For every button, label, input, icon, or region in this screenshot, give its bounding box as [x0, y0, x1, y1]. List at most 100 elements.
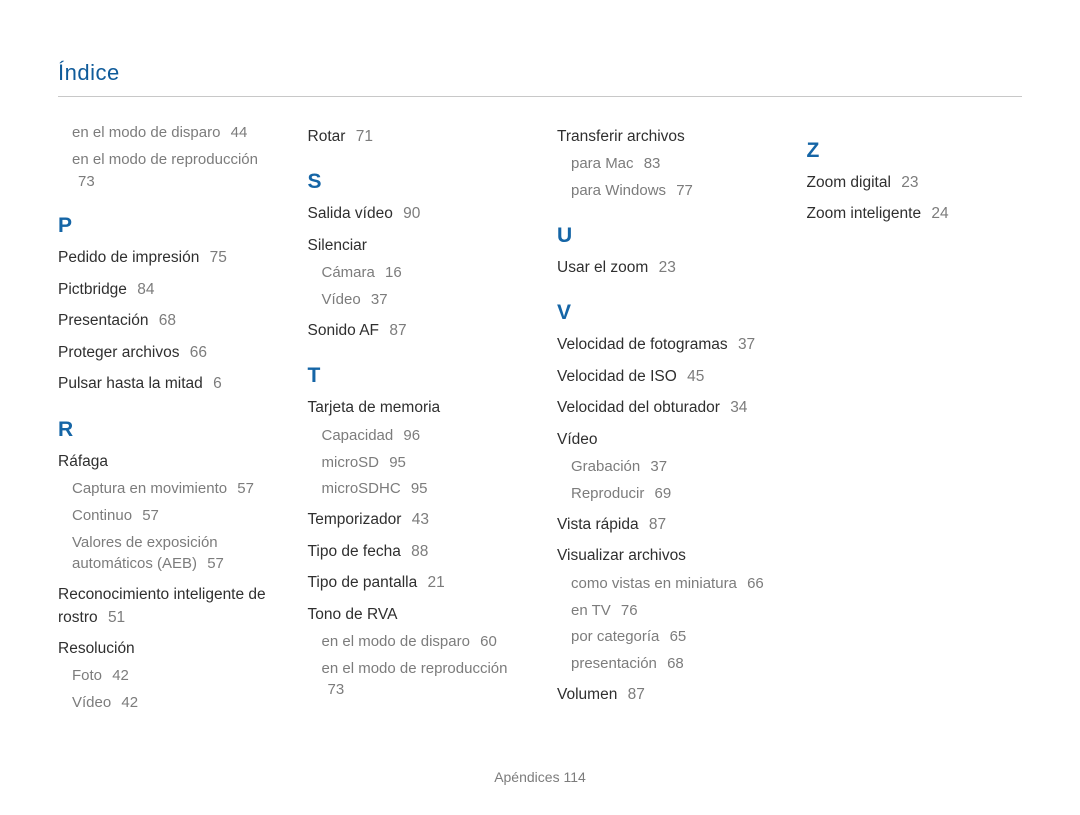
index-entry[interactable]: Velocidad de fotogramas 37	[557, 334, 773, 356]
index-subentry-page: 95	[389, 454, 406, 471]
index-entry-label: Velocidad de ISO	[557, 368, 677, 385]
index-entry-label: Rotar	[308, 128, 346, 145]
index-subentry[interactable]: Vídeo 42	[72, 692, 274, 714]
index-entry[interactable]: Volumen 87	[557, 684, 773, 706]
index-entry[interactable]: Rotar 71	[308, 126, 524, 148]
index-entry-page: 37	[738, 336, 755, 353]
index-entry[interactable]: Vista rápida 87	[557, 514, 773, 536]
index-subentry-page: 83	[644, 155, 661, 172]
index-entry-label: Reconocimiento inteligente de rostro	[58, 586, 266, 625]
index-column-1: en el modo de disparo 44 en el modo de re…	[58, 117, 274, 714]
index-entry-label: Pedido de impresión	[58, 249, 199, 266]
index-entry[interactable]: Velocidad del obturador 34	[557, 397, 773, 419]
index-entry[interactable]: Silenciar	[308, 235, 524, 257]
index-subentry-label: Grabación	[571, 458, 640, 475]
index-entry[interactable]: Presentación 68	[58, 310, 274, 332]
index-subentry[interactable]: Continuo 57	[72, 505, 274, 527]
index-entry-label: Transferir archivos	[557, 128, 685, 145]
index-entry-label: Tono de RVA	[308, 606, 398, 623]
index-subentry-label: en el modo de disparo	[322, 633, 470, 650]
index-entry[interactable]: Temporizador 43	[308, 509, 524, 531]
index-subentry[interactable]: en TV 76	[571, 600, 773, 622]
section-letter: U	[557, 224, 773, 248]
index-subentry[interactable]: Grabación 37	[571, 456, 773, 478]
index-entry[interactable]: Proteger archivos 66	[58, 342, 274, 364]
index-entry-label: Pulsar hasta la mitad	[58, 375, 203, 392]
index-entry[interactable]: Resolución	[58, 638, 274, 660]
index-subentry[interactable]: Vídeo 37	[322, 289, 524, 311]
index-subentry-page: 73	[78, 173, 95, 190]
section-letter: P	[58, 214, 274, 238]
index-entry-label: Volumen	[557, 686, 617, 703]
index-subentry-page: 16	[385, 264, 402, 281]
index-subentry[interactable]: Cámara 16	[322, 262, 524, 284]
index-subentry-page: 96	[403, 427, 420, 444]
index-subentry-label: en el modo de disparo	[72, 124, 220, 141]
index-entry-page: 21	[428, 574, 445, 591]
index-subentry-label: Foto	[72, 667, 102, 684]
index-subentry[interactable]: Reproducir 69	[571, 483, 773, 505]
page-footer: Apéndices 114	[0, 769, 1080, 785]
index-entry[interactable]: Zoom inteligente 24	[807, 203, 1023, 225]
index-subentry-page: 37	[650, 458, 667, 475]
index-subentry-label: para Mac	[571, 155, 634, 172]
index-entry[interactable]: Pictbridge 84	[58, 279, 274, 301]
index-entry[interactable]: Transferir archivos	[557, 126, 773, 148]
index-subentry[interactable]: para Mac 83	[571, 153, 773, 175]
index-subentry[interactable]: Valores de exposición automáticos (AEB) …	[72, 532, 274, 576]
index-entry-page: 84	[137, 281, 154, 298]
index-entry[interactable]: Tarjeta de memoria	[308, 397, 524, 419]
index-subentry-label: Capacidad	[322, 427, 394, 444]
index-entry[interactable]: Pulsar hasta la mitad 6	[58, 373, 274, 395]
index-column-2: Rotar 71SSalida vídeo 90SilenciarCámara …	[308, 117, 524, 714]
index-subentry[interactable]: por categoría 65	[571, 626, 773, 648]
index-subentry[interactable]: microSD 95	[322, 452, 524, 474]
index-entry-label: Proteger archivos	[58, 344, 179, 361]
index-entry-label: Salida vídeo	[308, 205, 393, 222]
index-entry-label: Tipo de pantalla	[308, 574, 418, 591]
index-entry[interactable]: Ráfaga	[58, 451, 274, 473]
index-entry[interactable]: Velocidad de ISO 45	[557, 366, 773, 388]
index-subentry-label: Vídeo	[72, 694, 111, 711]
index-entry-label: Zoom digital	[807, 174, 891, 191]
index-entry[interactable]: Sonido AF 87	[308, 320, 524, 342]
index-entry[interactable]: Tipo de pantalla 21	[308, 572, 524, 594]
index-entry-page: 87	[649, 516, 666, 533]
index-subentry[interactable]: Foto 42	[72, 665, 274, 687]
index-subentry[interactable]: Capacidad 96	[322, 425, 524, 447]
index-subentry[interactable]: presentación 68	[571, 653, 773, 675]
index-entry[interactable]: Zoom digital 23	[807, 172, 1023, 194]
index-subentry[interactable]: en el modo de reproducción 73	[72, 149, 274, 193]
index-subentry[interactable]: Captura en movimiento 57	[72, 478, 274, 500]
index-entry-page: 51	[108, 609, 125, 626]
index-entry[interactable]: Salida vídeo 90	[308, 203, 524, 225]
index-subentry-label: en el modo de reproducción	[72, 151, 258, 168]
index-subentry[interactable]: microSDHC 95	[322, 478, 524, 500]
index-subentry[interactable]: como vistas en miniatura 66	[571, 573, 773, 595]
section-letter: R	[58, 418, 274, 442]
index-entry[interactable]: Reconocimiento inteligente de rostro 51	[58, 584, 274, 629]
index-subentry[interactable]: para Windows 77	[571, 180, 773, 202]
index-entry[interactable]: Vídeo	[557, 429, 773, 451]
index-entry-label: Zoom inteligente	[807, 205, 922, 222]
index-entry[interactable]: Tipo de fecha 88	[308, 541, 524, 563]
index-entry[interactable]: Pedido de impresión 75	[58, 247, 274, 269]
index-subentry-label: Reproducir	[571, 485, 644, 502]
index-subentry[interactable]: en el modo de reproducción 73	[322, 658, 524, 702]
index-entry-label: Vista rápida	[557, 516, 639, 533]
index-entry-label: Vídeo	[557, 431, 598, 448]
index-entry-label: Ráfaga	[58, 453, 108, 470]
index-subentry-label: Vídeo	[322, 291, 361, 308]
index-entry[interactable]: Usar el zoom 23	[557, 257, 773, 279]
index-subentry[interactable]: en el modo de disparo 44	[72, 122, 274, 144]
index-entry[interactable]: Tono de RVA	[308, 604, 524, 626]
index-subentry-page: 42	[121, 694, 138, 711]
index-subentry-label: Cámara	[322, 264, 375, 281]
index-subentry[interactable]: en el modo de disparo 60	[322, 631, 524, 653]
index-subentry-label: Continuo	[72, 507, 132, 524]
index-subentry-page: 60	[480, 633, 497, 650]
index-subentry-label: en el modo de reproducción	[322, 660, 508, 677]
index-entry[interactable]: Visualizar archivos	[557, 545, 773, 567]
index-subentry-page: 68	[667, 655, 684, 672]
index-subentry-page: 66	[747, 575, 764, 592]
